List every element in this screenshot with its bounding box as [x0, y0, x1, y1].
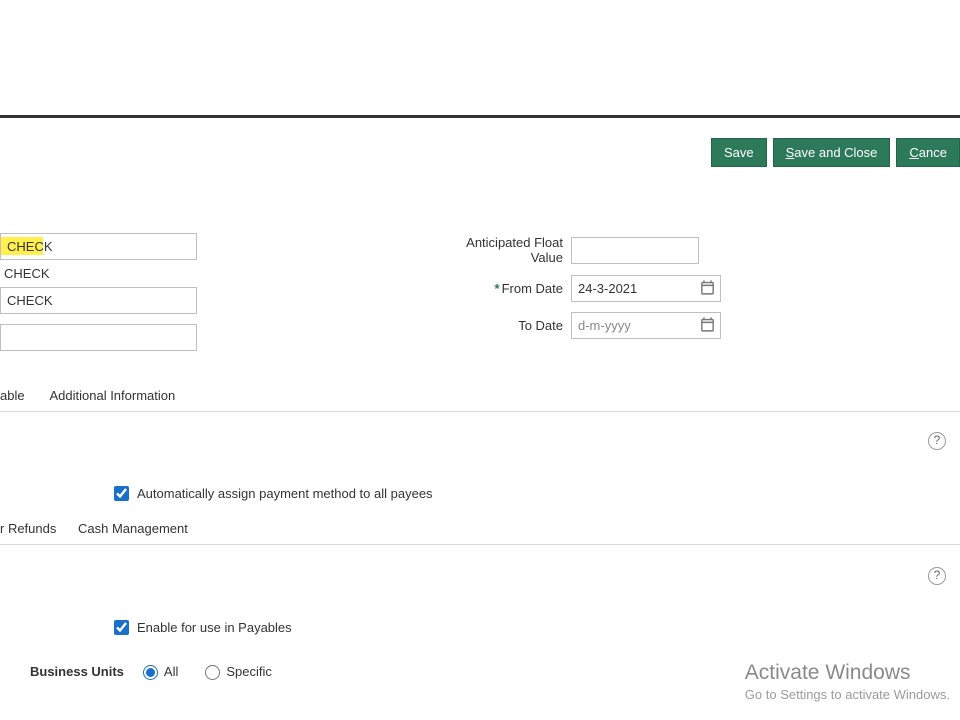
- auto-assign-checkbox-row[interactable]: Automatically assign payment method to a…: [110, 483, 433, 504]
- enable-payables-checkbox-row[interactable]: Enable for use in Payables: [110, 617, 292, 638]
- radio-specific-label: Specific: [226, 664, 272, 679]
- radio-all-label: All: [164, 664, 178, 679]
- cancel-accel: C: [909, 145, 918, 160]
- enable-payables-label: Enable for use in Payables: [137, 620, 292, 635]
- business-units-legend: Business Units: [30, 664, 124, 679]
- radio-specific[interactable]: [205, 665, 220, 680]
- tab-additional-information[interactable]: Additional Information: [49, 388, 175, 403]
- desc-input[interactable]: [0, 287, 197, 314]
- action-bar: Save Save and Close Cance: [711, 138, 960, 167]
- save-button[interactable]: Save: [711, 138, 767, 167]
- tab-refunds-fragment[interactable]: r Refunds: [0, 521, 56, 536]
- anticipated-float-value-label: Anticipated Float Value: [438, 235, 563, 265]
- auto-assign-checkbox[interactable]: [114, 486, 129, 501]
- auto-assign-label: Automatically assign payment method to a…: [137, 486, 433, 501]
- calendar-icon: [699, 316, 716, 333]
- anticipated-float-value-input[interactable]: [571, 237, 699, 264]
- from-date-label: From Date: [502, 281, 563, 296]
- left-field-column: CHECK: [0, 233, 200, 351]
- activate-windows-watermark: Activate Windows Go to Settings to activ…: [745, 661, 950, 702]
- cancel-button[interactable]: Cance: [896, 138, 960, 167]
- radio-all[interactable]: [143, 665, 158, 680]
- watermark-line2: Go to Settings to activate Windows.: [745, 687, 950, 702]
- enable-payables-checkbox[interactable]: [114, 620, 129, 635]
- to-date-picker-button[interactable]: [698, 316, 717, 335]
- business-units-radio-group: Business Units All Specific: [30, 662, 294, 680]
- cancel-rest: ance: [919, 145, 947, 160]
- radio-all-option[interactable]: All: [138, 662, 178, 680]
- name-input[interactable]: [0, 233, 197, 260]
- extra-input[interactable]: [0, 324, 197, 351]
- help-icon[interactable]: ?: [928, 432, 946, 450]
- save-and-close-button[interactable]: Save and Close: [773, 138, 891, 167]
- subtab-row-2: r Refunds Cash Management: [0, 521, 960, 545]
- right-field-group: Anticipated Float Value *From Date To Da…: [438, 235, 721, 349]
- watermark-line1: Activate Windows: [745, 661, 950, 685]
- from-date-picker-button[interactable]: [698, 279, 717, 298]
- required-marker: *: [495, 281, 500, 296]
- tab-cash-management[interactable]: Cash Management: [78, 521, 188, 536]
- calendar-icon: [699, 279, 716, 296]
- subtab-row-1: able Additional Information: [0, 388, 960, 412]
- help-icon[interactable]: ?: [928, 567, 946, 585]
- save-close-rest: ave and Close: [794, 145, 877, 160]
- code-readonly: CHECK: [0, 260, 200, 287]
- tab-able-fragment[interactable]: able: [0, 388, 25, 403]
- save-close-accel: S: [786, 145, 795, 160]
- radio-specific-option[interactable]: Specific: [200, 662, 272, 680]
- top-divider: [0, 115, 960, 118]
- to-date-label: To Date: [438, 318, 563, 333]
